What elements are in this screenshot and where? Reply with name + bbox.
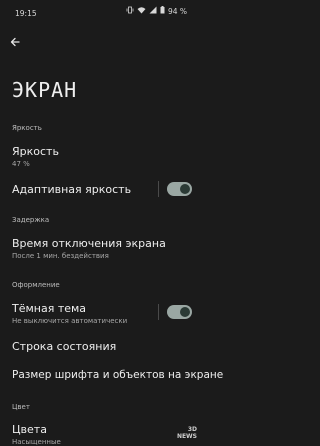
dark-theme-item[interactable]: Тёмная тема Не выключится автоматически (12, 302, 162, 325)
section-label-color: Цвет (12, 403, 30, 411)
status-icons: 94 % (126, 6, 187, 17)
screen-timeout-title: Время отключения экрана (12, 237, 166, 250)
watermark-line1: 3D (187, 426, 197, 433)
toggle-knob (180, 307, 190, 317)
adaptive-brightness-title: Адаптивная яркость (12, 183, 132, 196)
page-title: ЭКРАН (12, 78, 78, 102)
wifi-icon (137, 6, 146, 17)
brightness-item[interactable]: Яркость 47 % (12, 145, 188, 168)
toggle-divider (158, 181, 159, 197)
brightness-title: Яркость (12, 145, 59, 158)
colors-item[interactable]: Цвета Насыщенные (12, 423, 188, 446)
adaptive-brightness-toggle[interactable] (167, 182, 192, 196)
colors-title: Цвета (12, 423, 47, 436)
dark-theme-toggle[interactable] (167, 305, 192, 319)
section-label-brightness: Яркость (12, 124, 42, 132)
brightness-value: 47 % (12, 160, 30, 168)
toggle-divider (158, 304, 159, 320)
font-size-title: Размер шрифта и объектов на экране (12, 369, 224, 381)
status-bar-settings-title: Строка состояния (12, 340, 117, 353)
status-bar-settings-item[interactable]: Строка состояния (12, 340, 188, 353)
screen-timeout-value: После 1 мин. бездействия (12, 252, 109, 260)
battery-percent: 94 % (167, 6, 187, 16)
status-time: 19:15 (15, 9, 37, 18)
battery-icon (160, 6, 165, 17)
section-label-appearance: Оформление (12, 281, 60, 289)
signal-icon (149, 6, 157, 17)
section-label-timeout: Задержка (12, 216, 50, 224)
watermark-line2: NEWS (176, 433, 197, 440)
adaptive-brightness-item[interactable]: Адаптивная яркость (12, 183, 162, 196)
dark-theme-value: Не выключится автоматически (12, 317, 128, 325)
screen-timeout-item[interactable]: Время отключения экрана После 1 мин. без… (12, 237, 188, 260)
vibrate-icon (126, 6, 134, 17)
dark-theme-title: Тёмная тема (12, 302, 87, 315)
toggle-knob (180, 184, 190, 194)
status-bar: 19:15 94 % (0, 0, 200, 24)
font-size-item[interactable]: Размер шрифта и объектов на экране (12, 369, 224, 381)
watermark-logo: 3D NEWS (177, 426, 197, 440)
back-arrow-icon[interactable] (9, 33, 21, 47)
